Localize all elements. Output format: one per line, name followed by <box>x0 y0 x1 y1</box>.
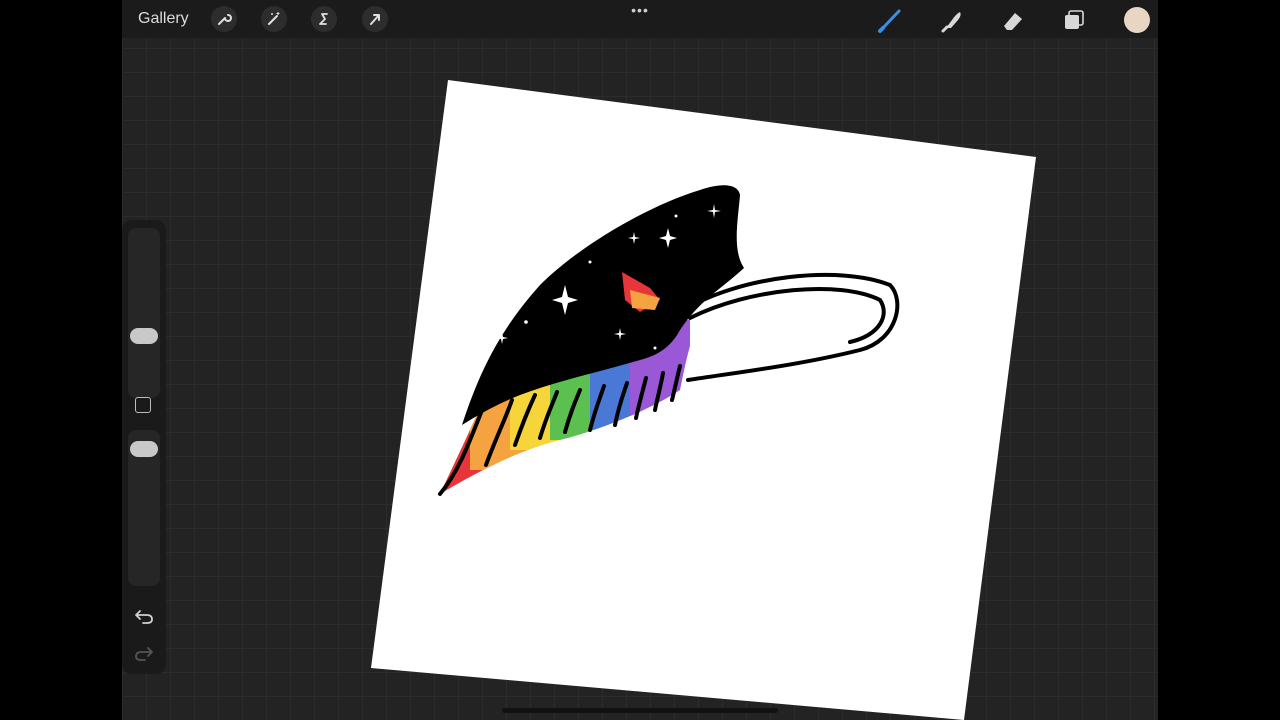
left-sidebar <box>122 220 166 674</box>
brush-size-slider[interactable] <box>128 228 160 398</box>
undo-button[interactable] <box>132 605 156 627</box>
canvas-area <box>0 0 1280 720</box>
redo-icon <box>135 647 153 661</box>
undo-icon <box>135 610 153 624</box>
drawing-canvas[interactable] <box>0 0 1280 720</box>
modify-square-icon[interactable] <box>135 397 151 413</box>
redo-button[interactable] <box>132 642 156 664</box>
brush-size-handle[interactable] <box>130 328 158 344</box>
home-indicator <box>502 708 778 713</box>
opacity-handle[interactable] <box>130 441 158 457</box>
